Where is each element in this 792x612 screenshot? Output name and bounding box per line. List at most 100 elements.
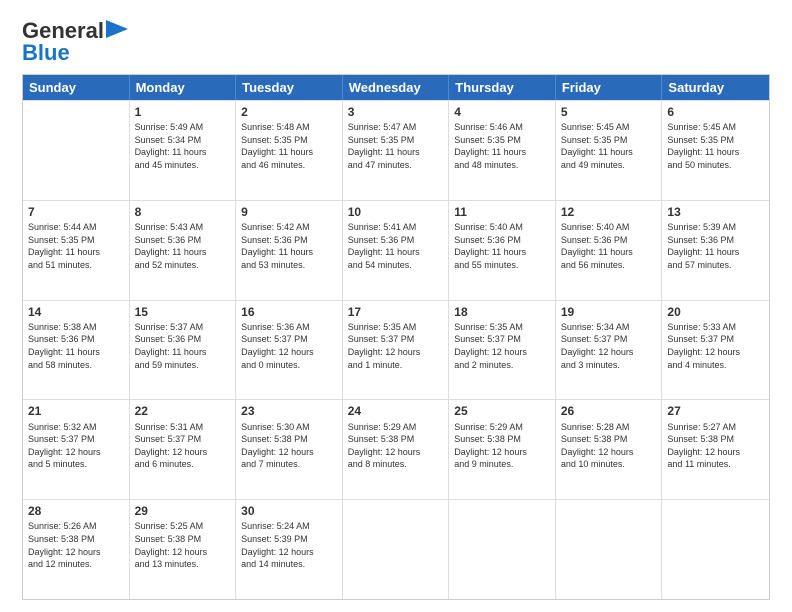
logo-blue: Blue bbox=[22, 40, 70, 66]
day-number: 4 bbox=[454, 104, 550, 120]
cell-info: Sunrise: 5:32 AM Sunset: 5:37 PM Dayligh… bbox=[28, 421, 124, 471]
day-number: 25 bbox=[454, 403, 550, 419]
calendar-cell: 12Sunrise: 5:40 AM Sunset: 5:36 PM Dayli… bbox=[556, 201, 663, 300]
day-number: 6 bbox=[667, 104, 764, 120]
cell-info: Sunrise: 5:33 AM Sunset: 5:37 PM Dayligh… bbox=[667, 321, 764, 371]
cell-info: Sunrise: 5:36 AM Sunset: 5:37 PM Dayligh… bbox=[241, 321, 337, 371]
calendar-cell: 28Sunrise: 5:26 AM Sunset: 5:38 PM Dayli… bbox=[23, 500, 130, 599]
cell-info: Sunrise: 5:35 AM Sunset: 5:37 PM Dayligh… bbox=[348, 321, 444, 371]
day-number: 15 bbox=[135, 304, 231, 320]
calendar-cell: 23 Sunrise: 5:30 AM Sunset: 5:38 PM Dayli… bbox=[236, 400, 343, 499]
cell-info: Sunrise: 5:42 AM Sunset: 5:36 PM Dayligh… bbox=[241, 221, 337, 271]
page: General Blue SundayMondayTuesdayWednesda… bbox=[0, 0, 792, 612]
calendar-cell: 14Sunrise: 5:38 AM Sunset: 5:36 PM Dayli… bbox=[23, 301, 130, 400]
day-number: 3 bbox=[348, 104, 444, 120]
calendar-cell bbox=[343, 500, 450, 599]
cell-info: Sunrise: 5:46 AM Sunset: 5:35 PM Dayligh… bbox=[454, 121, 550, 171]
calendar-cell: 27Sunrise: 5:27 AM Sunset: 5:38 PM Dayli… bbox=[662, 400, 769, 499]
cell-info: Sunrise: 5:40 AM Sunset: 5:36 PM Dayligh… bbox=[561, 221, 657, 271]
calendar-body: 1Sunrise: 5:49 AM Sunset: 5:34 PM Daylig… bbox=[23, 100, 769, 599]
calendar-row-4: 28Sunrise: 5:26 AM Sunset: 5:38 PM Dayli… bbox=[23, 499, 769, 599]
cell-info: Sunrise: 5:49 AM Sunset: 5:34 PM Dayligh… bbox=[135, 121, 231, 171]
day-number: 16 bbox=[241, 304, 337, 320]
calendar-cell: 2Sunrise: 5:48 AM Sunset: 5:35 PM Daylig… bbox=[236, 101, 343, 200]
calendar: SundayMondayTuesdayWednesdayThursdayFrid… bbox=[22, 74, 770, 600]
calendar-cell: 4Sunrise: 5:46 AM Sunset: 5:35 PM Daylig… bbox=[449, 101, 556, 200]
day-number: 14 bbox=[28, 304, 124, 320]
cell-info: Sunrise: 5:40 AM Sunset: 5:36 PM Dayligh… bbox=[454, 221, 550, 271]
header: General Blue bbox=[22, 18, 770, 66]
cell-info: Sunrise: 5:37 AM Sunset: 5:36 PM Dayligh… bbox=[135, 321, 231, 371]
weekday-header-wednesday: Wednesday bbox=[343, 75, 450, 100]
calendar-cell: 30Sunrise: 5:24 AM Sunset: 5:39 PM Dayli… bbox=[236, 500, 343, 599]
cell-info: Sunrise: 5:45 AM Sunset: 5:35 PM Dayligh… bbox=[561, 121, 657, 171]
cell-info: Sunrise: 5:41 AM Sunset: 5:36 PM Dayligh… bbox=[348, 221, 444, 271]
day-number: 9 bbox=[241, 204, 337, 220]
calendar-cell: 6Sunrise: 5:45 AM Sunset: 5:35 PM Daylig… bbox=[662, 101, 769, 200]
calendar-cell: 17Sunrise: 5:35 AM Sunset: 5:37 PM Dayli… bbox=[343, 301, 450, 400]
cell-info: Sunrise: 5:44 AM Sunset: 5:35 PM Dayligh… bbox=[28, 221, 124, 271]
day-number: 13 bbox=[667, 204, 764, 220]
cell-info: Sunrise: 5:48 AM Sunset: 5:35 PM Dayligh… bbox=[241, 121, 337, 171]
cell-info: Sunrise: 5:31 AM Sunset: 5:37 PM Dayligh… bbox=[135, 421, 231, 471]
cell-info: Sunrise: 5:39 AM Sunset: 5:36 PM Dayligh… bbox=[667, 221, 764, 271]
day-number: 12 bbox=[561, 204, 657, 220]
day-number: 23 bbox=[241, 403, 337, 419]
logo-arrow-icon bbox=[106, 20, 128, 38]
calendar-cell bbox=[449, 500, 556, 599]
cell-info: Sunrise: 5:25 AM Sunset: 5:38 PM Dayligh… bbox=[135, 520, 231, 570]
calendar-cell: 18Sunrise: 5:35 AM Sunset: 5:37 PM Dayli… bbox=[449, 301, 556, 400]
day-number: 1 bbox=[135, 104, 231, 120]
day-number: 20 bbox=[667, 304, 764, 320]
cell-info: Sunrise: 5:35 AM Sunset: 5:37 PM Dayligh… bbox=[454, 321, 550, 371]
calendar-cell: 19Sunrise: 5:34 AM Sunset: 5:37 PM Dayli… bbox=[556, 301, 663, 400]
calendar-cell: 11Sunrise: 5:40 AM Sunset: 5:36 PM Dayli… bbox=[449, 201, 556, 300]
cell-info: Sunrise: 5:43 AM Sunset: 5:36 PM Dayligh… bbox=[135, 221, 231, 271]
calendar-cell: 26 Sunrise: 5:28 AM Sunset: 5:38 PM Dayli… bbox=[556, 400, 663, 499]
calendar-row-1: 7Sunrise: 5:44 AM Sunset: 5:35 PM Daylig… bbox=[23, 200, 769, 300]
weekday-header-monday: Monday bbox=[130, 75, 237, 100]
weekday-header-friday: Friday bbox=[556, 75, 663, 100]
calendar-cell: 3Sunrise: 5:47 AM Sunset: 5:35 PM Daylig… bbox=[343, 101, 450, 200]
calendar-cell: 5Sunrise: 5:45 AM Sunset: 5:35 PM Daylig… bbox=[556, 101, 663, 200]
calendar-cell bbox=[556, 500, 663, 599]
calendar-cell: 24Sunrise: 5:29 AM Sunset: 5:38 PM Dayli… bbox=[343, 400, 450, 499]
day-number: 22 bbox=[135, 403, 231, 419]
day-number: 10 bbox=[348, 204, 444, 220]
cell-info: Sunrise: 5:38 AM Sunset: 5:36 PM Dayligh… bbox=[28, 321, 124, 371]
calendar-cell: 10Sunrise: 5:41 AM Sunset: 5:36 PM Dayli… bbox=[343, 201, 450, 300]
cell-info: Sunrise: 5:29 AM Sunset: 5:38 PM Dayligh… bbox=[454, 421, 550, 471]
calendar-cell: 15Sunrise: 5:37 AM Sunset: 5:36 PM Dayli… bbox=[130, 301, 237, 400]
calendar-cell: 8Sunrise: 5:43 AM Sunset: 5:36 PM Daylig… bbox=[130, 201, 237, 300]
calendar-cell: 16Sunrise: 5:36 AM Sunset: 5:37 PM Dayli… bbox=[236, 301, 343, 400]
day-number: 18 bbox=[454, 304, 550, 320]
cell-info: Sunrise: 5:34 AM Sunset: 5:37 PM Dayligh… bbox=[561, 321, 657, 371]
calendar-cell: 22 Sunrise: 5:31 AM Sunset: 5:37 PM Dayli… bbox=[130, 400, 237, 499]
day-number: 8 bbox=[135, 204, 231, 220]
day-number: 29 bbox=[135, 503, 231, 519]
calendar-row-3: 21Sunrise: 5:32 AM Sunset: 5:37 PM Dayli… bbox=[23, 399, 769, 499]
day-number: 5 bbox=[561, 104, 657, 120]
cell-info: Sunrise: 5:28 AM Sunset: 5:38 PM Dayligh… bbox=[561, 421, 657, 471]
day-number: 28 bbox=[28, 503, 124, 519]
calendar-header: SundayMondayTuesdayWednesdayThursdayFrid… bbox=[23, 75, 769, 100]
day-number: 30 bbox=[241, 503, 337, 519]
day-number: 2 bbox=[241, 104, 337, 120]
day-number: 27 bbox=[667, 403, 764, 419]
calendar-cell bbox=[23, 101, 130, 200]
calendar-row-0: 1Sunrise: 5:49 AM Sunset: 5:34 PM Daylig… bbox=[23, 100, 769, 200]
weekday-header-sunday: Sunday bbox=[23, 75, 130, 100]
cell-info: Sunrise: 5:26 AM Sunset: 5:38 PM Dayligh… bbox=[28, 520, 124, 570]
calendar-cell: 21Sunrise: 5:32 AM Sunset: 5:37 PM Dayli… bbox=[23, 400, 130, 499]
calendar-cell: 29Sunrise: 5:25 AM Sunset: 5:38 PM Dayli… bbox=[130, 500, 237, 599]
cell-info: Sunrise: 5:30 AM Sunset: 5:38 PM Dayligh… bbox=[241, 421, 337, 471]
weekday-header-saturday: Saturday bbox=[662, 75, 769, 100]
calendar-cell: 1Sunrise: 5:49 AM Sunset: 5:34 PM Daylig… bbox=[130, 101, 237, 200]
day-number: 24 bbox=[348, 403, 444, 419]
day-number: 26 bbox=[561, 403, 657, 419]
logo: General Blue bbox=[22, 18, 128, 66]
cell-info: Sunrise: 5:45 AM Sunset: 5:35 PM Dayligh… bbox=[667, 121, 764, 171]
calendar-row-2: 14Sunrise: 5:38 AM Sunset: 5:36 PM Dayli… bbox=[23, 300, 769, 400]
calendar-cell bbox=[662, 500, 769, 599]
day-number: 11 bbox=[454, 204, 550, 220]
